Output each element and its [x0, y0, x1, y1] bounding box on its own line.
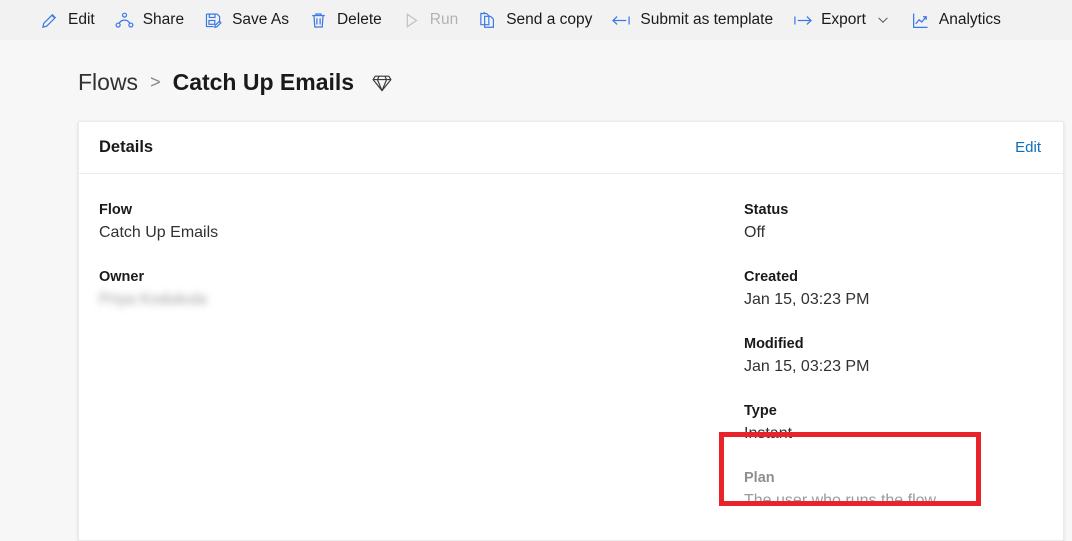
copy-icon	[478, 11, 497, 30]
command-delete-label: Delete	[336, 11, 382, 28]
field-created: Created Jan 15, 03:23 PM	[744, 267, 1043, 312]
field-flow-value: Catch Up Emails	[99, 224, 219, 241]
field-modified-label: Modified	[744, 336, 804, 352]
field-type: Type Instant	[744, 401, 1043, 446]
details-card-header: Details Edit	[79, 122, 1063, 174]
page-title: Catch Up Emails	[172, 68, 355, 95]
command-edit-label: Edit	[68, 11, 95, 28]
field-type-value: Instant	[744, 425, 793, 442]
field-modified: Modified Jan 15, 03:23 PM	[744, 334, 1043, 379]
share-icon	[115, 11, 134, 30]
analytics-chart-icon	[911, 11, 930, 30]
field-plan-label: Plan	[744, 470, 775, 486]
command-save-as[interactable]: Save As	[194, 0, 299, 40]
command-bar: Edit Share Save As Delete Run Send a cop…	[0, 0, 1072, 40]
command-export[interactable]: Export	[783, 0, 901, 40]
field-owner-label: Owner	[99, 269, 145, 285]
command-submit-as-template[interactable]: Submit as template	[602, 0, 783, 40]
premium-diamond-icon	[370, 70, 394, 94]
field-type-label: Type	[744, 403, 777, 419]
field-owner: Owner Priya Kodukula	[99, 267, 744, 312]
command-export-label: Export	[821, 11, 866, 28]
command-save-as-label: Save As	[232, 11, 289, 28]
details-edit-link[interactable]: Edit	[1015, 139, 1041, 156]
arrow-left-bar-icon	[612, 11, 631, 30]
field-modified-value: Jan 15, 03:23 PM	[744, 358, 870, 375]
pencil-icon	[40, 11, 59, 30]
field-flow-label: Flow	[99, 202, 133, 218]
details-card-title: Details	[99, 138, 154, 156]
command-share[interactable]: Share	[105, 0, 194, 40]
command-send-a-copy-label: Send a copy	[506, 11, 593, 28]
trash-icon	[309, 11, 328, 30]
command-analytics-label: Analytics	[938, 11, 1001, 28]
command-submit-as-template-label: Submit as template	[640, 11, 774, 28]
command-delete[interactable]: Delete	[299, 0, 392, 40]
field-created-label: Created	[744, 269, 798, 285]
play-icon	[402, 11, 421, 30]
field-plan: Plan The user who runs the flow	[744, 468, 1043, 513]
save-as-icon	[204, 11, 223, 30]
field-status-label: Status	[744, 202, 789, 218]
breadcrumb: Flows > Catch Up Emails	[0, 40, 1072, 102]
field-flow: Flow Catch Up Emails	[99, 200, 744, 245]
command-edit[interactable]: Edit	[30, 0, 105, 40]
command-run-label: Run	[429, 11, 459, 28]
command-share-label: Share	[142, 11, 185, 28]
details-card: Details Edit Flow Catch Up Emails Owner …	[78, 121, 1064, 541]
breadcrumb-root-flows[interactable]: Flows	[78, 69, 138, 96]
details-card-body: Flow Catch Up Emails Owner Priya Kodukul…	[79, 174, 1063, 513]
field-created-value: Jan 15, 03:23 PM	[744, 291, 870, 308]
command-run: Run	[392, 0, 468, 40]
field-status-value: Off	[744, 224, 766, 241]
chevron-down-icon[interactable]	[876, 13, 891, 28]
command-send-a-copy[interactable]: Send a copy	[468, 0, 602, 40]
command-analytics[interactable]: Analytics	[901, 0, 1011, 40]
breadcrumb-separator: >	[150, 71, 161, 92]
details-left-column: Flow Catch Up Emails Owner Priya Kodukul…	[99, 200, 744, 513]
details-right-column: Status Off Created Jan 15, 03:23 PM Modi…	[744, 200, 1043, 513]
field-status: Status Off	[744, 200, 1043, 245]
arrow-right-bar-icon	[793, 11, 813, 30]
field-owner-value: Priya Kodukula	[99, 291, 207, 308]
field-plan-value: The user who runs the flow	[744, 492, 937, 509]
